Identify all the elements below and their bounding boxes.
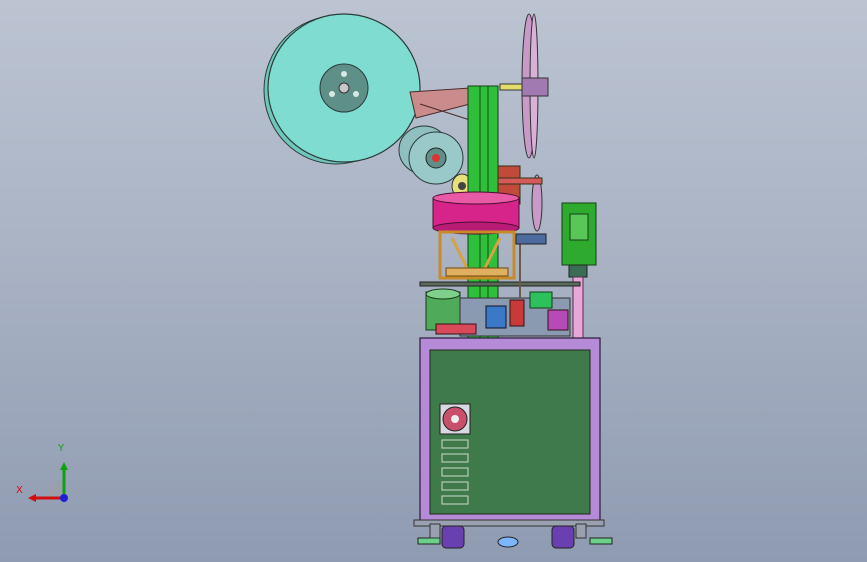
axis-triad — [28, 462, 68, 502]
small-reels — [398, 125, 473, 199]
cad-viewport[interactable]: X Y — [0, 0, 867, 562]
x-axis-label: X — [16, 485, 23, 496]
work-table — [419, 233, 581, 337]
caster-icon — [417, 523, 613, 549]
pink-ring — [432, 191, 520, 235]
machine-model — [263, 13, 613, 549]
reel-arm — [409, 87, 471, 121]
y-axis-label: Y — [58, 443, 65, 454]
fan-icon — [439, 403, 471, 435]
main-reel — [263, 13, 421, 165]
